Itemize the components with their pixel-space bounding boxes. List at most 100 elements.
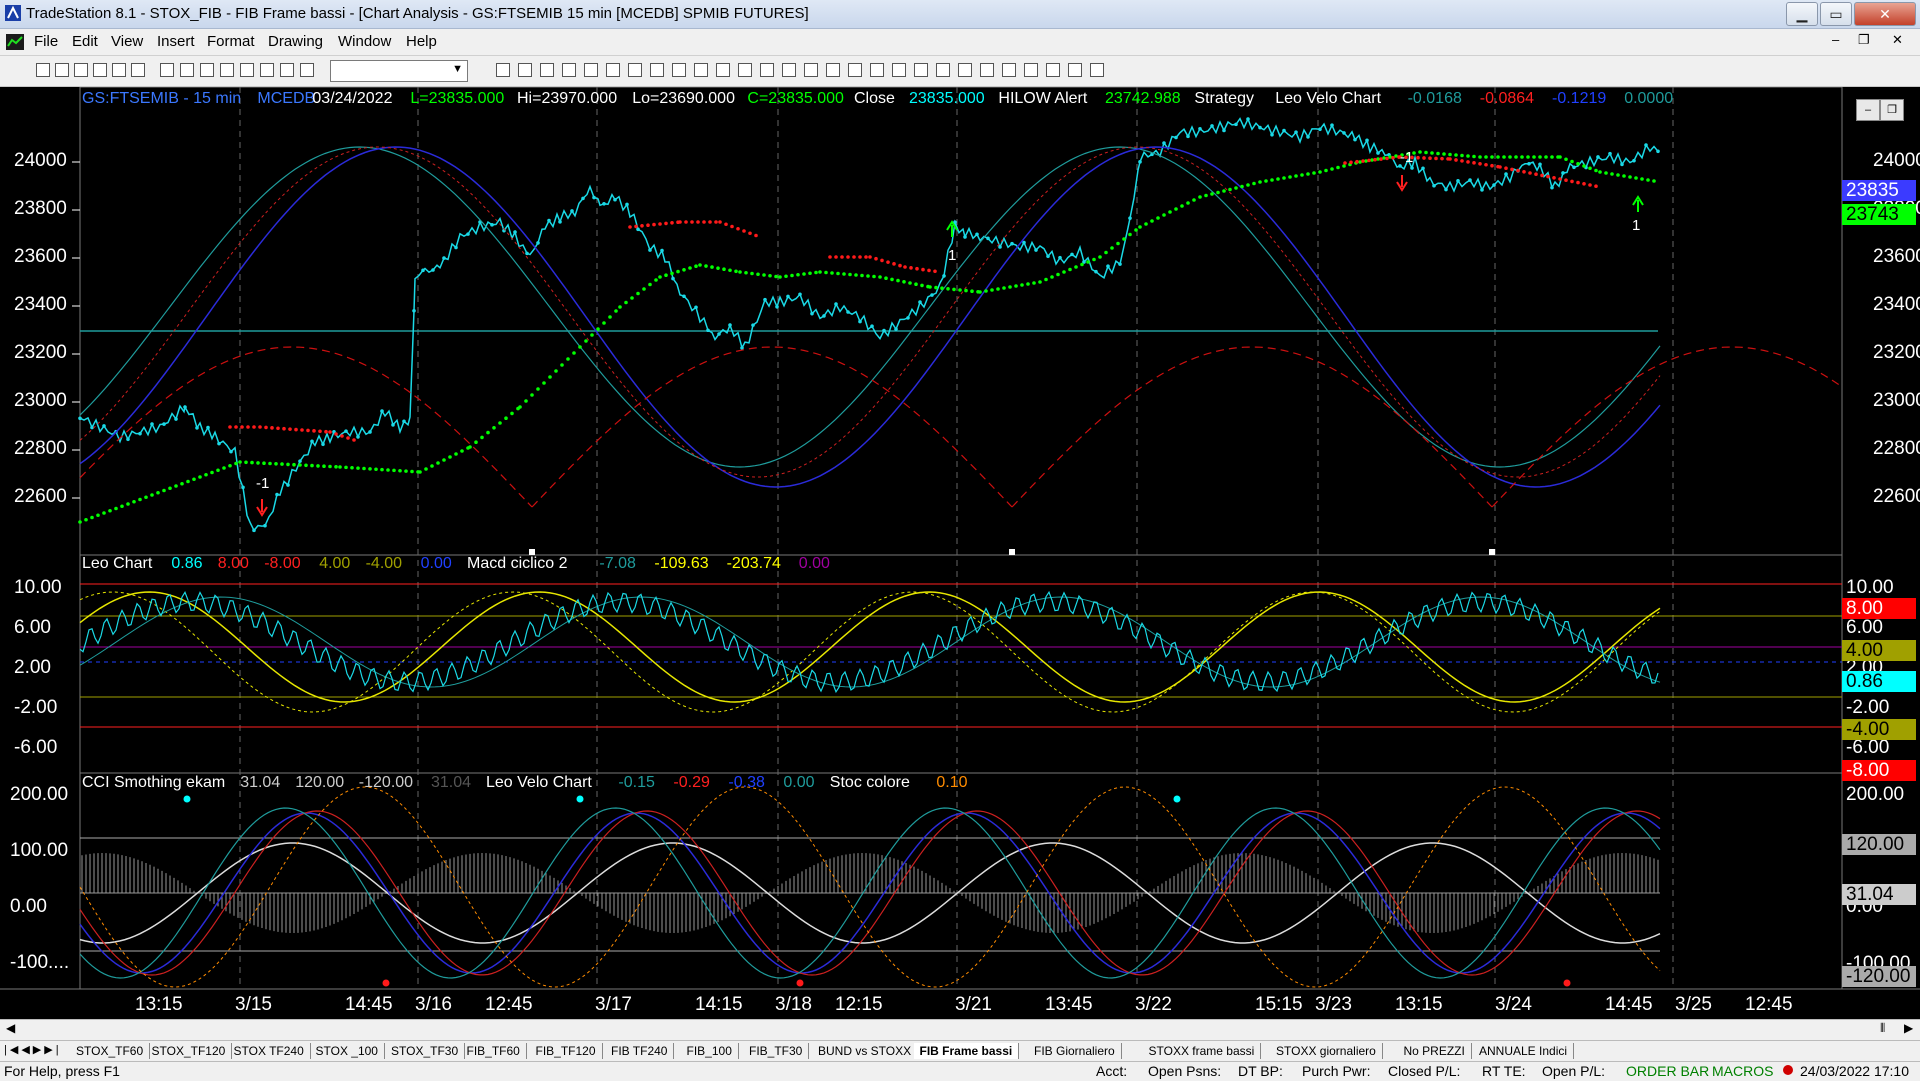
- workspace-tab[interactable]: FIB_TF60: [461, 1043, 527, 1059]
- price-axis-label-right: 22800: [1873, 438, 1920, 459]
- workspace-tab[interactable]: STOX_TF120: [146, 1043, 233, 1059]
- toolbar-tool-icon[interactable]: [980, 63, 994, 77]
- toolbar-tool-icon[interactable]: [93, 63, 107, 77]
- workspace-tab[interactable]: FIB Frame bassi: [913, 1043, 1020, 1059]
- workspace-tab[interactable]: FIB_TF120: [530, 1043, 603, 1059]
- horizontal-scrollbar[interactable]: ◀ ⦀ ▶: [0, 1019, 1920, 1040]
- hilow-bull-dot: [1466, 154, 1470, 158]
- toolbar-tool-icon[interactable]: [1002, 63, 1016, 77]
- toolbar-tool-icon[interactable]: [518, 63, 532, 77]
- pane-restore-button[interactable]: ❐: [1880, 99, 1904, 121]
- workspace-tab[interactable]: FIB TF240: [605, 1043, 675, 1059]
- toolbar-tool-icon[interactable]: [220, 63, 234, 77]
- toolbar-tool-icon[interactable]: [1068, 63, 1082, 77]
- toolbar-tool-icon[interactable]: [760, 63, 774, 77]
- toolbar-tool-icon[interactable]: [1024, 63, 1038, 77]
- workspace-tab[interactable]: No PREZZI: [1398, 1043, 1472, 1059]
- pane-minimize-button[interactable]: –: [1856, 99, 1880, 121]
- hilow-bull-dot: [1150, 219, 1154, 223]
- chart-analysis-window[interactable]: GS:FTSEMIB - 15 min MCEDB 03/24/2022 L=2383…: [0, 87, 1920, 1019]
- toolbar-tool-icon[interactable]: [870, 63, 884, 77]
- hilow-bear-dot: [1540, 173, 1544, 178]
- workspace-tab[interactable]: FIB_100: [681, 1043, 739, 1059]
- toolbar-tool-icon[interactable]: [694, 63, 708, 77]
- workspace-tab[interactable]: STOX TF240: [228, 1043, 311, 1059]
- toolbar-tool-icon[interactable]: [650, 63, 664, 77]
- toolbar-tool-icon[interactable]: [260, 63, 274, 77]
- workspace-tab[interactable]: FIB_TF30: [743, 1043, 810, 1059]
- child-minimize-button[interactable]: –: [1832, 32, 1839, 47]
- tab-nav-arrows-icon[interactable]: |◀◀▶▶|: [4, 1043, 62, 1056]
- close-button[interactable]: ✕: [1854, 2, 1916, 26]
- toolbar-tool-icon[interactable]: [936, 63, 950, 77]
- toolbar-tool-icon[interactable]: [540, 63, 554, 77]
- toolbar-tool-icon[interactable]: [782, 63, 796, 77]
- workspace-tab[interactable]: STOX_TF60: [70, 1043, 151, 1059]
- header-field: Lo=23690.000: [632, 90, 735, 107]
- scroll-thumb-icon[interactable]: ⦀: [1880, 1021, 1885, 1036]
- toolbar-tool-icon[interactable]: [131, 63, 145, 77]
- maximize-button[interactable]: ▭: [1820, 2, 1852, 26]
- toolbar-tool-icon[interactable]: [628, 63, 642, 77]
- toolbar-tool-icon[interactable]: [958, 63, 972, 77]
- price-point: [1246, 117, 1250, 121]
- child-restore-button[interactable]: ❐: [1858, 32, 1870, 48]
- hilow-bull-dot: [228, 463, 232, 468]
- toolbar-tool-icon[interactable]: [240, 63, 254, 77]
- toolbar-tool-icon[interactable]: [1090, 63, 1104, 77]
- menu-insert[interactable]: Insert: [157, 33, 195, 50]
- toolbar-tool-icon[interactable]: [200, 63, 214, 77]
- child-close-button[interactable]: ✕: [1892, 32, 1903, 48]
- toolbar-tool-icon[interactable]: [826, 63, 840, 77]
- workspace-tab[interactable]: STOXX giornaliero: [1270, 1043, 1383, 1059]
- toolbar-tool-icon[interactable]: [55, 63, 69, 77]
- workspace-tab[interactable]: BUND vs STOXX: [812, 1043, 919, 1059]
- hilow-bear-dot: [1522, 170, 1526, 174]
- minimize-button[interactable]: ▁: [1786, 2, 1818, 26]
- toolbar-tool-icon[interactable]: [716, 63, 730, 77]
- toolbar-tool-icon[interactable]: [1046, 63, 1060, 77]
- toolbar-tool-icon[interactable]: [496, 63, 510, 77]
- menu-window[interactable]: Window: [338, 33, 391, 50]
- toolbar-tool-icon[interactable]: [672, 63, 686, 77]
- symbol-dropdown[interactable]: ▼: [330, 60, 468, 82]
- status-macros[interactable]: MACROS: [1712, 1063, 1773, 1079]
- status-order-bar[interactable]: ORDER BAR: [1626, 1063, 1709, 1079]
- toolbar-tool-icon[interactable]: [74, 63, 88, 77]
- workspace-tab[interactable]: FIB Giornaliero: [1028, 1043, 1122, 1059]
- hilow-bull-dot: [380, 467, 384, 472]
- toolbar-tool-icon[interactable]: [180, 63, 194, 77]
- menu-help[interactable]: Help: [406, 33, 437, 50]
- workspace-tab[interactable]: STOX_TF30: [385, 1043, 466, 1059]
- toolbar-tool-icon[interactable]: [892, 63, 906, 77]
- toolbar-tool-icon[interactable]: [914, 63, 928, 77]
- menu-view[interactable]: View: [111, 33, 143, 50]
- workspace-tab[interactable]: ANNUALE Indici: [1473, 1043, 1575, 1059]
- price-point: [894, 327, 898, 331]
- toolbar-tool-icon[interactable]: [804, 63, 818, 77]
- price-point: [252, 528, 256, 533]
- menu-format[interactable]: Format: [207, 33, 255, 50]
- workspace-tab[interactable]: STOX _100: [310, 1043, 385, 1059]
- menu-drawing[interactable]: Drawing: [268, 33, 323, 50]
- window-title: TradeStation 8.1 - STOX_FIB - FIB Frame …: [26, 5, 809, 22]
- header-field: -0.0168: [1407, 90, 1462, 107]
- toolbar-tool-icon[interactable]: [738, 63, 752, 77]
- hilow-bull-dot: [238, 460, 242, 464]
- scroll-right-icon[interactable]: ▶: [1904, 1021, 1913, 1035]
- scroll-left-icon[interactable]: ◀: [6, 1021, 15, 1035]
- toolbar-tool-icon[interactable]: [112, 63, 126, 77]
- toolbar-tool-icon[interactable]: [606, 63, 620, 77]
- menu-edit[interactable]: Edit: [72, 33, 98, 50]
- workspace-tab[interactable]: STOXX frame bassi: [1143, 1043, 1262, 1059]
- hilow-bull-dot: [590, 333, 594, 337]
- toolbar-tool-icon[interactable]: [280, 63, 294, 77]
- toolbar-tool-icon[interactable]: [36, 63, 50, 77]
- hilow-bull-dot: [1318, 170, 1322, 174]
- toolbar-tool-icon[interactable]: [562, 63, 576, 77]
- toolbar-tool-icon[interactable]: [584, 63, 598, 77]
- toolbar-tool-icon[interactable]: [300, 63, 314, 77]
- toolbar-tool-icon[interactable]: [160, 63, 174, 77]
- menu-file[interactable]: File: [34, 33, 58, 50]
- toolbar-tool-icon[interactable]: [848, 63, 862, 77]
